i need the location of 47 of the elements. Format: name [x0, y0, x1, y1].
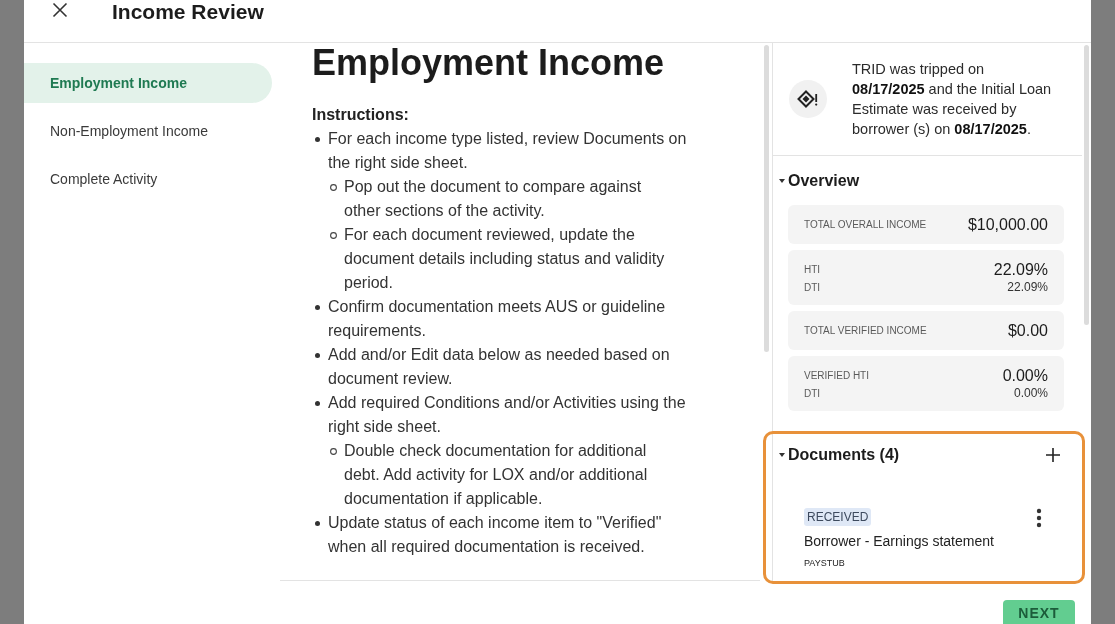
- more-options-icon[interactable]: [1036, 508, 1042, 528]
- bullet-icon: [315, 400, 320, 406]
- bullet-icon: [315, 520, 320, 526]
- instructions-title: Instructions:: [312, 105, 410, 125]
- diamond-alert-icon: [789, 80, 827, 118]
- metric-value: $0.00: [1007, 321, 1048, 340]
- bullet-icon: [315, 352, 320, 358]
- scrollbar-thumb[interactable]: [1084, 45, 1089, 325]
- instruction-text: For each document reviewed, update the document details including status and validity period.: [344, 225, 666, 293]
- notice-text: TRID was tripped on 08/17/2025 and the Initial Loan Estimate was received by borrower (s) on 08/17/2025.: [852, 60, 1053, 139]
- document-name[interactable]: Borrower - Earnings statement: [804, 531, 994, 551]
- metric-value: 0.00%: [1002, 366, 1048, 385]
- nav-item[interactable]: Non-Employment Income: [24, 111, 272, 151]
- bullet-icon: [315, 304, 320, 310]
- section-heading: Employment Income: [312, 43, 666, 83]
- dialog-title: Income Review: [112, 0, 264, 24]
- bullet-icon: [315, 136, 320, 142]
- instruction-text: Confirm documentation meets AUS or guideline requirements.: [328, 297, 667, 341]
- instruction-text: Pop out the document to compare against other sections of the activity.: [344, 177, 643, 221]
- metric-value: 0.00%: [1013, 385, 1048, 401]
- document-type: PAYSTUB: [804, 557, 845, 570]
- instruction-text: Update status of each income item to "Verified" when all required documentation is received.: [328, 513, 663, 557]
- hollow-bullet-icon: [330, 231, 337, 239]
- instruction-text: Add and/or Edit data below as needed based on document review.: [328, 345, 671, 389]
- instruction-text: Double check documentation for additional debt. Add activity for LOX and/or additional documentation if applicable.: [344, 441, 649, 509]
- metric-value: $10,000.00: [967, 215, 1048, 234]
- hollow-bullet-icon: [330, 183, 337, 191]
- next-button[interactable]: NEXT: [1003, 600, 1075, 624]
- scrollbar-thumb[interactable]: [763, 45, 769, 352]
- metric-label: DTI: [804, 387, 821, 399]
- close-button[interactable]: [50, 0, 70, 20]
- section-title: Documents (4): [788, 445, 900, 465]
- hollow-bullet-icon: [330, 447, 337, 455]
- add-icon[interactable]: [1045, 447, 1061, 463]
- metric-value: 22.09%: [1007, 279, 1048, 295]
- metric-label: VERIFIED HTI: [804, 370, 869, 381]
- metric-label: DTI: [804, 281, 821, 293]
- nav-item[interactable]: Complete Activity: [24, 159, 272, 199]
- status-tag: RECEIVED: [804, 508, 872, 526]
- metric-label: TOTAL VERIFIED INCOME: [804, 325, 927, 336]
- section-title: Overview: [788, 171, 860, 191]
- metric-value: 22.09%: [993, 260, 1048, 279]
- metric-label: TOTAL OVERALL INCOME: [804, 219, 927, 230]
- instruction-text: For each income type listed, review Documents on the right side sheet.: [328, 129, 688, 173]
- instruction-text: Add required Conditions and/or Activities using the right side sheet.: [328, 393, 687, 437]
- nav-item[interactable]: Employment Income: [24, 63, 272, 103]
- metric-label: HTI: [804, 264, 821, 275]
